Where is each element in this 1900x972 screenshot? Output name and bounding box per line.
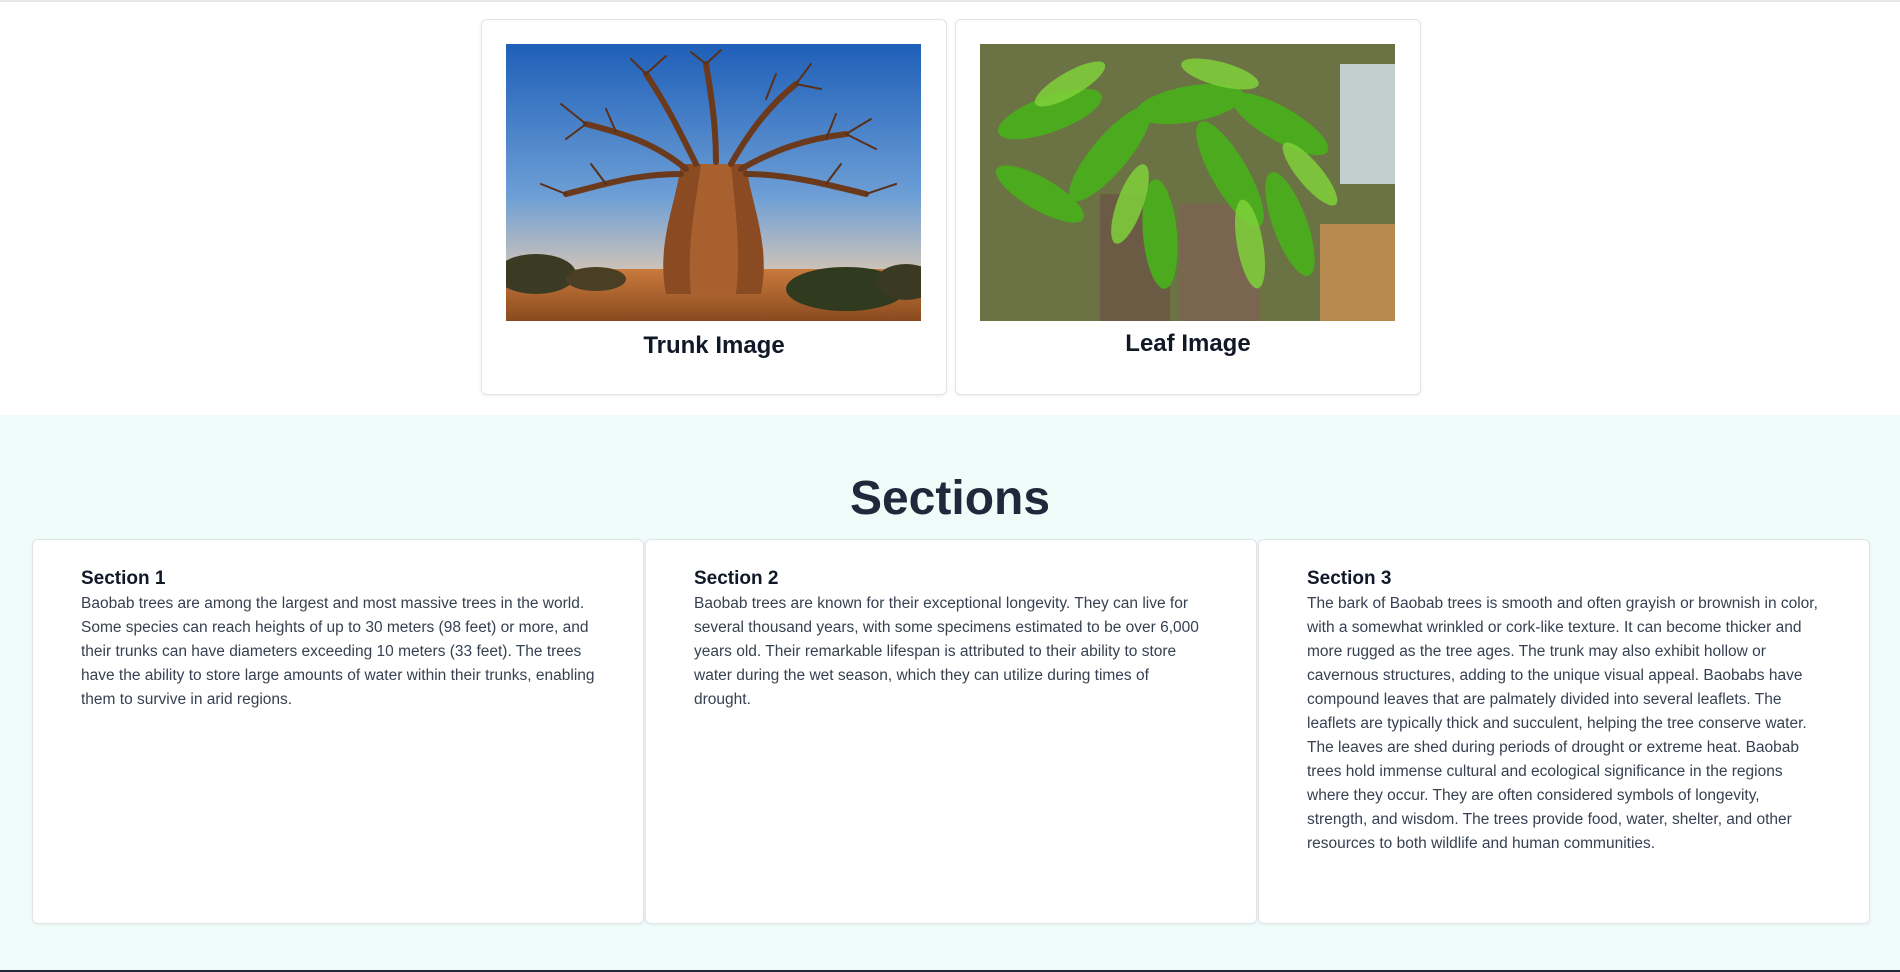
section-title: Section 2 xyxy=(694,568,779,589)
leaf-image xyxy=(980,44,1395,321)
section-body: The bark of Baobab trees is smooth and o… xyxy=(1307,595,1818,852)
trunk-image xyxy=(506,44,921,321)
section-card-1: Section 1 Baobab trees are among the lar… xyxy=(32,539,644,924)
section-title: Section 3 xyxy=(1307,568,1392,589)
section-body: Baobab trees are known for their excepti… xyxy=(694,595,1199,708)
leaf-image-card: Leaf Image xyxy=(955,19,1421,395)
sections-heading: Sections xyxy=(849,472,1051,525)
trunk-image-card: Trunk Image xyxy=(481,19,947,395)
section-body: Baobab trees are among the largest and m… xyxy=(81,595,595,708)
image-gallery: Trunk Image Leaf Image xyxy=(481,19,1421,395)
section-title: Section 1 xyxy=(81,568,166,589)
leaf-image-caption: Leaf Image xyxy=(1125,330,1251,357)
section-card-2: Section 2 Baobab trees are known for the… xyxy=(645,539,1257,924)
trunk-image-caption: Trunk Image xyxy=(643,332,785,359)
top-divider xyxy=(0,0,1900,2)
section-card-3: Section 3 The bark of Baobab trees is sm… xyxy=(1258,539,1870,924)
sections-area: Sections Section 1 Baobab trees are amon… xyxy=(0,415,1900,972)
